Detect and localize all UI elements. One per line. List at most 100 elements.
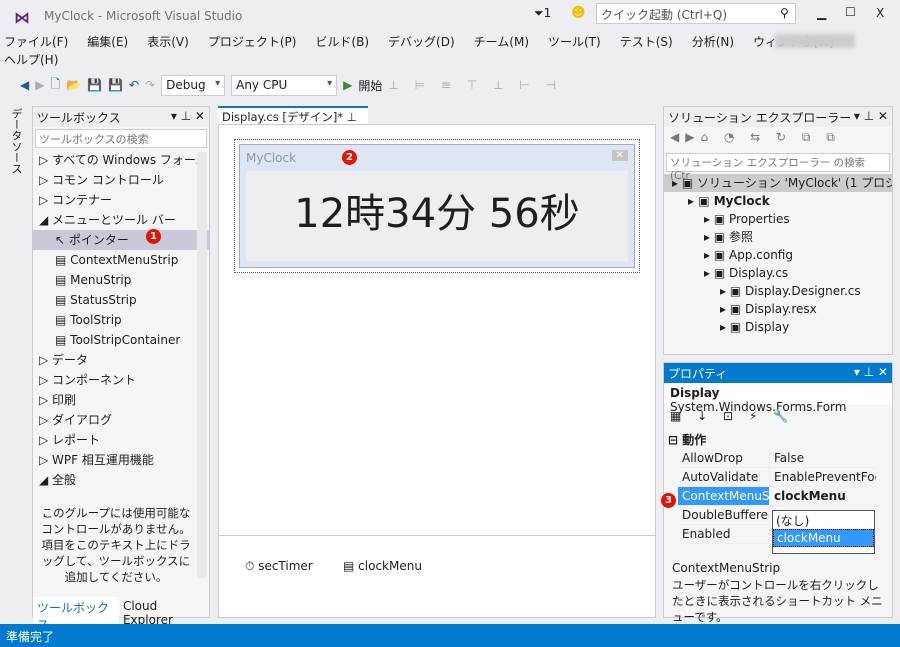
toolbox-item[interactable]: ▷ データ bbox=[33, 350, 209, 370]
dropdown-option-clockmenu[interactable]: clockMenu bbox=[773, 529, 874, 547]
standard-toolbar: ◀ ▶ 🗋 📂 💾 💾 ↶ ↷ Debug Any CPU ▶ 開始 ⊥ ⊨ ≡ ⊤ ⊥… bbox=[20, 74, 562, 96]
feedback-smiley-icon[interactable]: ☻ bbox=[571, 5, 586, 21]
menu-help[interactable]: ヘルプ(H) bbox=[4, 51, 58, 69]
solution-tree-item[interactable]: ▸ ▣ Properties bbox=[664, 210, 892, 228]
toolbox-item[interactable]: ▷ レポート bbox=[33, 430, 209, 450]
file-icon: ▸ ▣ bbox=[704, 248, 729, 262]
dropdown-option-none[interactable]: (なし) bbox=[773, 511, 874, 529]
menu-test[interactable]: テスト(S) bbox=[620, 33, 673, 51]
config-select[interactable]: Debug bbox=[161, 74, 226, 96]
forward-icon[interactable]: ▶ bbox=[35, 78, 44, 92]
solution-tree-item[interactable]: ▸ ▣ MyClock bbox=[664, 192, 892, 210]
pin-close-icons[interactable]: ▾ ⊥ ✕ bbox=[854, 109, 888, 125]
form-selection[interactable]: MyClock ✕ 12時34分 56秒 bbox=[234, 139, 640, 273]
minimize-button[interactable]: ▁ bbox=[817, 6, 826, 20]
menu-tools[interactable]: ツール(T) bbox=[548, 33, 601, 51]
context-menu-icon: ▤ bbox=[343, 559, 355, 573]
solution-tree-item[interactable]: ▸ ▣ Display.resx bbox=[664, 300, 892, 318]
pin-close-icons[interactable]: ▾ ⊥ ✕ bbox=[171, 109, 205, 125]
toolbox-item[interactable]: ↖ ポインター bbox=[33, 230, 209, 250]
property-row[interactable]: AllowDrop False bbox=[678, 449, 876, 468]
solution-tree-item[interactable]: ▸ ▣ Display.cs bbox=[664, 264, 892, 282]
property-row[interactable]: AutoValidateEnablePreventFocu bbox=[678, 468, 876, 487]
toolbox-item[interactable]: ▤ StatusStrip bbox=[33, 290, 209, 310]
object-selector[interactable]: Display System.Windows.Forms.Form bbox=[664, 383, 892, 414]
control-icon: ▤ bbox=[55, 313, 71, 327]
control-icon: ↖ bbox=[55, 233, 69, 247]
notification-flag-icon[interactable]: ⏷1 bbox=[534, 6, 551, 21]
toolbox-item-label: コモン コントロール bbox=[52, 173, 164, 187]
form-title: MyClock bbox=[246, 151, 297, 165]
toolbox-search-input[interactable]: ツールボックスの検索 bbox=[35, 129, 207, 148]
save-all-icon[interactable]: 💾 bbox=[108, 78, 123, 92]
properties-toolbar[interactable]: ▦ ↓ ⊡ ⚡ 🔧 bbox=[664, 405, 892, 431]
toolbox-item[interactable]: ▷ WPF 相互運用機能 bbox=[33, 450, 209, 470]
start-button[interactable]: 開始 bbox=[358, 77, 382, 94]
side-tab-datasource[interactable]: データソース bbox=[8, 108, 24, 174]
property-value[interactable]: False bbox=[770, 449, 876, 467]
tab-display-design[interactable]: Display.cs [デザイン]* ⊥ ✕ bbox=[218, 106, 368, 139]
platform-select[interactable]: Any CPU bbox=[231, 74, 338, 96]
back-icon[interactable]: ◀ bbox=[20, 78, 29, 92]
menu-team[interactable]: チーム(M) bbox=[474, 33, 529, 51]
component-sectimer[interactable]: ⏱ secTimer bbox=[245, 559, 313, 574]
layout-align-icons[interactable]: ⊥ ⊨ ≡ ⊤ ⊥ ⊢ ⊣ bbox=[388, 78, 562, 92]
menu-file[interactable]: ファイル(F) bbox=[4, 33, 68, 51]
pin-icon[interactable]: ⊥ bbox=[347, 110, 357, 124]
toolbox-item-label: 印刷 bbox=[52, 393, 77, 407]
start-icon[interactable]: ▶ bbox=[343, 78, 352, 92]
menu-build[interactable]: ビルド(B) bbox=[315, 33, 369, 51]
component-clockmenu[interactable]: ▤ clockMenu bbox=[343, 559, 422, 573]
pin-close-icons[interactable]: ▾ ⊥ ✕ bbox=[854, 365, 888, 381]
toolbox-item[interactable]: ▷ すべての Windows フォーム bbox=[33, 150, 209, 170]
toolbox-item[interactable]: ▷ コモン コントロール bbox=[33, 170, 209, 190]
close-button[interactable]: X bbox=[876, 6, 884, 20]
menu-bar: ファイル(F) 編集(E) 表示(V) プロジェクト(P) ビルド(B) デバッグ(D) チ… bbox=[4, 33, 864, 69]
toolbox-item[interactable]: ◢ 全般 bbox=[33, 470, 209, 490]
property-name: ContextMenuStrip bbox=[678, 487, 770, 505]
toolbox-scrollbar[interactable] bbox=[197, 152, 207, 578]
solution-tree-item[interactable]: ▸ ▣ Display bbox=[664, 318, 892, 336]
toolbox-item[interactable]: ▷ ダイアログ bbox=[33, 410, 209, 430]
user-account[interactable] bbox=[775, 34, 855, 48]
property-row[interactable]: ContextMenuStripclockMenu bbox=[678, 487, 876, 506]
toolbox-item[interactable]: ▤ ToolStripContainer bbox=[33, 330, 209, 350]
toolbox-item[interactable]: ▷ 印刷 bbox=[33, 390, 209, 410]
solution-tree: ▸ ▣ ソリューション 'MyClock' (1 プロジェクト▸ ▣ MyClo… bbox=[664, 174, 892, 336]
toolbox-item[interactable]: ◢ メニューとツール バー bbox=[33, 210, 209, 230]
toolbox-item[interactable]: ▤ ContextMenuStrip bbox=[33, 250, 209, 270]
new-project-icon[interactable]: 🗋 bbox=[50, 75, 60, 96]
redo-icon[interactable]: ↷ bbox=[145, 78, 155, 92]
solution-tree-item[interactable]: ▸ ▣ 参照 bbox=[664, 228, 892, 246]
solution-toolbar[interactable]: ◀▶⌂ ◔ ⇆ ↻ ⧉ ⧉ bbox=[664, 127, 892, 151]
callout-2: 2 bbox=[342, 150, 357, 165]
expander-icon: ▷ bbox=[39, 453, 53, 467]
open-icon[interactable]: 📂 bbox=[66, 78, 81, 92]
solution-tree-item[interactable]: ▸ ▣ Display.Designer.cs bbox=[664, 282, 892, 300]
solution-tree-item[interactable]: ▸ ▣ ソリューション 'MyClock' (1 プロジェクト bbox=[664, 174, 892, 192]
toolbox-item[interactable]: ▤ ToolStrip bbox=[33, 310, 209, 330]
toolbox-item[interactable]: ▤ MenuStrip bbox=[33, 270, 209, 290]
form-window[interactable]: MyClock ✕ 12時34分 56秒 bbox=[239, 144, 635, 268]
window-title: MyClock - Microsoft Visual Studio bbox=[44, 9, 243, 23]
solution-search-input[interactable]: ソリューション エクスプローラー の検索 (Ctr bbox=[666, 153, 890, 182]
property-value[interactable]: clockMenu bbox=[770, 487, 876, 505]
undo-icon[interactable]: ↶ bbox=[129, 78, 139, 92]
quick-launch-input[interactable]: クイック起動 (Ctrl+Q) bbox=[596, 3, 796, 24]
control-icon: ▤ bbox=[55, 333, 71, 347]
clock-label[interactable]: 12時34分 56秒 bbox=[246, 171, 628, 261]
expander-icon: ▷ bbox=[39, 353, 53, 367]
menu-debug[interactable]: デバッグ(D) bbox=[388, 33, 455, 51]
tree-item-label: Display bbox=[745, 320, 790, 334]
menu-view[interactable]: 表示(V) bbox=[147, 33, 189, 51]
menu-analyze[interactable]: 分析(N) bbox=[692, 33, 734, 51]
save-icon[interactable]: 💾 bbox=[87, 78, 102, 92]
menu-project[interactable]: プロジェクト(P) bbox=[208, 33, 297, 51]
solution-tree-item[interactable]: ▸ ▣ App.config bbox=[664, 246, 892, 264]
menu-edit[interactable]: 編集(E) bbox=[87, 33, 128, 51]
toolbox-item[interactable]: ▷ コンポーネント bbox=[33, 370, 209, 390]
property-value[interactable]: EnablePreventFocu bbox=[770, 468, 876, 486]
toolbox-item[interactable]: ▷ コンテナー bbox=[33, 190, 209, 210]
category-action[interactable]: ⊟ 動作 bbox=[664, 431, 892, 449]
maximize-button[interactable]: ☐ bbox=[845, 5, 856, 19]
